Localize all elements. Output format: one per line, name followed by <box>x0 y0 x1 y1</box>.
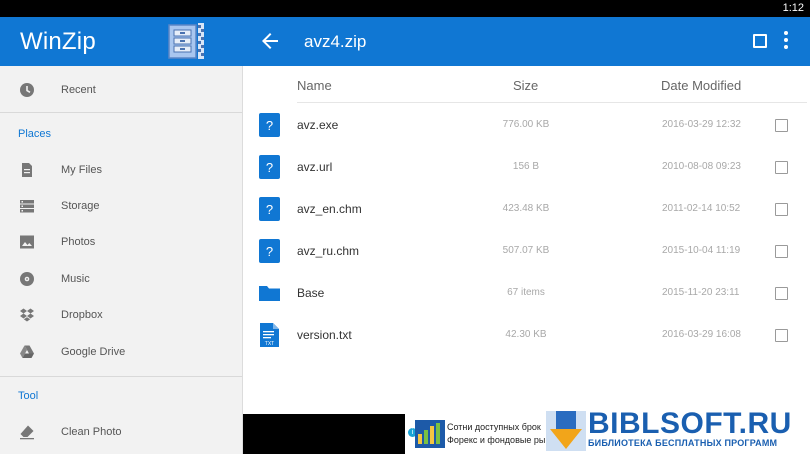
document-icon <box>22 163 32 177</box>
sidebar-item-google-drive[interactable]: Google Drive <box>0 334 242 370</box>
winzip-app-window: 1:12 WinZip avz4.zip Recent Places My Fi… <box>0 0 810 454</box>
sidebar-item-label: Storage <box>61 200 100 212</box>
folder-icon <box>259 286 280 301</box>
ad-image-icon <box>415 420 445 448</box>
file-size: 67 items <box>507 287 545 298</box>
file-checkbox[interactable] <box>775 329 788 342</box>
sidebar-item-label: Clean Photo <box>61 426 122 438</box>
watermark-subtitle: БИБЛИОТЕКА БЕСПЛАТНЫХ ПРОГРАММ <box>588 438 778 448</box>
svg-text:?: ? <box>266 244 273 259</box>
ad-line-1: Сотни доступных брок <box>447 422 541 432</box>
watermark-title: BIBLSOFT.RU <box>588 407 792 440</box>
file-checkbox[interactable] <box>775 287 788 300</box>
column-header-date[interactable]: Date Modified <box>661 78 741 93</box>
unknown-file-icon: ? <box>259 113 280 137</box>
file-name: avz.url <box>297 160 333 174</box>
app-brand-title: WinZip <box>20 28 96 55</box>
file-name: version.txt <box>297 328 352 342</box>
svg-text:?: ? <box>266 202 273 217</box>
sidebar-divider <box>0 376 242 377</box>
text-file-icon: TXT <box>260 323 279 347</box>
file-date: 2015-10-04 11:19 <box>662 245 741 256</box>
more-options-icon[interactable] <box>782 31 790 53</box>
sidebar-item-label: Photos <box>61 236 96 248</box>
file-size: 42.30 KB <box>505 329 547 340</box>
unknown-file-icon: ? <box>259 239 280 263</box>
clock-icon <box>20 83 34 97</box>
bottom-black-bar <box>243 414 405 454</box>
file-size: 156 B <box>512 161 540 172</box>
sidebar-item-photos[interactable]: Photos <box>0 224 242 260</box>
select-all-checkbox[interactable] <box>753 34 767 48</box>
back-arrow-icon[interactable] <box>258 29 282 53</box>
sidebar-item-label: Music <box>61 273 90 285</box>
svg-text:TXT: TXT <box>265 341 274 347</box>
system-status-bar: 1:12 <box>0 0 810 17</box>
svg-text:?: ? <box>266 160 273 175</box>
file-checkbox[interactable] <box>775 161 788 174</box>
sidebar-item-storage[interactable]: Storage <box>0 188 242 224</box>
bibsoft-watermark: BIBLSOFT.RU БИБЛИОТЕКА БЕСПЛАТНЫХ ПРОГРА… <box>544 407 810 454</box>
file-checkbox[interactable] <box>775 245 788 258</box>
file-date: 2010-08-08 09:23 <box>662 161 741 172</box>
file-name: Base <box>297 286 325 300</box>
file-size: 423.48 KB <box>502 203 550 214</box>
file-checkbox[interactable] <box>775 203 788 216</box>
file-date: 2016-03-29 12:32 <box>662 119 741 130</box>
sidebar-divider <box>0 112 242 113</box>
file-name: avz.exe <box>297 118 339 132</box>
file-row[interactable]: Base 67 items 2015-11-20 23:11 <box>243 272 810 314</box>
column-header-name[interactable]: Name <box>297 78 332 93</box>
column-header-size[interactable]: Size <box>513 78 538 93</box>
winzip-logo-icon <box>168 23 204 59</box>
status-time: 1:12 <box>782 2 804 14</box>
file-checkbox[interactable] <box>775 119 788 132</box>
file-size: 776.00 KB <box>502 119 550 130</box>
image-icon <box>20 235 34 249</box>
file-name: avz_en.chm <box>297 202 362 216</box>
file-row[interactable]: TXT version.txt 42.30 KB 2016-03-29 16:0… <box>243 314 810 356</box>
navigation-drawer: Recent Places My Files Storage Photos Mu… <box>0 66 243 454</box>
tool-section-label: Tool <box>18 390 39 402</box>
google-drive-icon <box>20 345 34 358</box>
file-row[interactable]: ? avz_ru.chm 507.07 KB 2015-10-04 11:19 <box>243 230 810 272</box>
download-arrow-logo-icon <box>546 411 586 451</box>
unknown-file-icon: ? <box>259 155 280 179</box>
svg-text:?: ? <box>266 118 273 133</box>
sidebar-item-dropbox[interactable]: Dropbox <box>0 297 242 333</box>
app-bar: WinZip avz4.zip <box>0 17 810 66</box>
eraser-icon <box>20 425 34 440</box>
sidebar-item-music[interactable]: Music <box>0 261 242 297</box>
file-size: 507.07 KB <box>502 245 550 256</box>
ad-text: Сотни доступных брок Форекс и фондовые р… <box>447 421 551 447</box>
file-row[interactable]: ? avz.exe 776.00 KB 2016-03-29 12:32 <box>243 104 810 146</box>
sidebar-item-label: Dropbox <box>61 309 103 321</box>
file-row[interactable]: ? avz.url 156 B 2010-08-08 09:23 <box>243 146 810 188</box>
file-date: 2011-02-14 10:52 <box>662 203 741 214</box>
sidebar-item-label: Recent <box>61 84 96 96</box>
sidebar-item-label: My Files <box>61 164 102 176</box>
unknown-file-icon: ? <box>259 197 280 221</box>
music-icon <box>20 272 34 286</box>
file-list-panel: Name Size Date Modified ? avz.exe 776.00… <box>243 66 810 414</box>
sidebar-item-my-files[interactable]: My Files <box>0 152 242 188</box>
sidebar-item-recent[interactable]: Recent <box>0 72 242 108</box>
header-divider <box>297 102 807 103</box>
file-date: 2015-11-20 23:11 <box>662 287 740 298</box>
sidebar-item-clean-photo[interactable]: Clean Photo <box>0 414 242 450</box>
file-date: 2016-03-29 16:08 <box>662 329 741 340</box>
file-name: avz_ru.chm <box>297 244 360 258</box>
places-section-label: Places <box>18 128 52 140</box>
dropbox-icon <box>20 308 34 322</box>
storage-icon <box>20 200 34 213</box>
ad-line-2: Форекс и фондовые ры <box>447 435 546 445</box>
archive-title: avz4.zip <box>304 32 367 51</box>
file-row[interactable]: ? avz_en.chm 423.48 KB 2011-02-14 10:52 <box>243 188 810 230</box>
sidebar-item-label: Google Drive <box>61 346 126 358</box>
